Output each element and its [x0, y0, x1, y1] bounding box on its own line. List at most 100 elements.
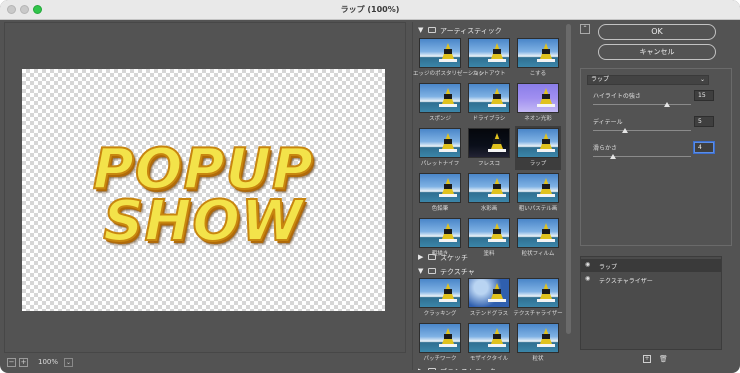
param-slider-track[interactable]: [593, 104, 691, 105]
filter-thumbnail[interactable]: パッチワーク: [417, 321, 463, 365]
thumbnail-image: [468, 83, 510, 113]
filter-thumbnail[interactable]: 粒状: [515, 321, 561, 365]
sailboat-detail: [493, 94, 501, 99]
sailboat-hull: [488, 344, 506, 347]
zoom-out-button[interactable]: −: [7, 358, 16, 367]
param-value-field[interactable]: 15: [694, 90, 714, 101]
effect-layer-row[interactable]: ◉ ラップ: [581, 259, 721, 272]
sailboat-detail: [493, 289, 501, 294]
filter-name: こする: [529, 71, 547, 77]
thumbnail-image: [419, 323, 461, 353]
title-bar: ラップ (100%): [0, 0, 740, 20]
category-header[interactable]: ▼ アーティスティック: [413, 24, 563, 36]
triangle-right-icon: ▶: [418, 253, 424, 261]
filter-thumbnail[interactable]: 粗いパステル画: [515, 171, 561, 215]
param-slider-track[interactable]: [593, 130, 691, 131]
category-header[interactable]: ▶ スケッチ: [413, 251, 563, 263]
thumbnail-image: [517, 38, 559, 68]
collapse-gallery-button[interactable]: ⌃: [580, 24, 590, 34]
param-value-field[interactable]: 4: [694, 142, 714, 153]
sailboat-hull: [488, 194, 506, 197]
sailboat-detail: [542, 49, 550, 54]
sailboat-hull: [537, 59, 555, 62]
preview-canvas[interactable]: POPUP SHOW: [22, 69, 385, 311]
filter-thumbnail[interactable]: ステンドグラス: [466, 276, 512, 320]
param-label: 滑らかさ: [593, 145, 618, 152]
effect-layer-name: テクスチャライザー: [599, 278, 653, 285]
param-label: ハイライトの強さ: [593, 93, 641, 100]
thumbnail-image: [517, 83, 559, 113]
gallery-scrollbar[interactable]: [566, 24, 571, 334]
zoom-in-button[interactable]: +: [19, 358, 28, 367]
sailboat-detail: [542, 139, 550, 144]
sailboat-detail: [542, 184, 550, 189]
sailboat-detail: [493, 49, 501, 54]
param-slider-thumb[interactable]: [609, 154, 616, 159]
triangle-down-icon: ▼: [418, 267, 424, 275]
folder-icon: [428, 368, 436, 370]
filter-name: カットアウト: [472, 71, 506, 77]
filter-name: スポンジ: [428, 116, 451, 122]
filter-gallery-list[interactable]: ▼ アーティスティック エッジのポスタリゼーション カットアウト こするスポンジ ドライブ…: [412, 22, 564, 370]
thumbnail-image: [419, 218, 461, 248]
thumbnail-image: [468, 38, 510, 68]
artwork-line-2: SHOW: [102, 188, 304, 255]
sailboat-detail: [444, 94, 452, 99]
param-slider-track[interactable]: [593, 156, 691, 157]
delete-effect-layer-icon[interactable]: 🗑: [659, 355, 668, 363]
filter-thumbnail[interactable]: モザイクタイル: [466, 321, 512, 365]
filter-thumbnail[interactable]: 色鉛筆: [417, 171, 463, 215]
thumbnail-image: [517, 218, 559, 248]
param-slider-thumb[interactable]: [663, 102, 670, 107]
sailboat-detail: [542, 289, 550, 294]
eye-icon[interactable]: ◉: [585, 261, 590, 268]
filter-thumbnail[interactable]: パレットナイフ: [417, 126, 463, 170]
thumbnail-image: [517, 173, 559, 203]
zoom-dropdown-icon[interactable]: ⌄: [64, 358, 73, 367]
filter-name: ネオン光彩: [524, 116, 552, 122]
filter-thumbnail[interactable]: ドライブラシ: [466, 81, 512, 125]
filter-thumbnail[interactable]: 水彩画: [466, 171, 512, 215]
sailboat-hull: [537, 299, 555, 302]
ok-button[interactable]: OK: [598, 24, 716, 40]
filter-thumbnail[interactable]: ネオン光彩: [515, 81, 561, 125]
preview-area[interactable]: POPUP SHOW: [4, 22, 406, 353]
eye-icon[interactable]: ◉: [585, 275, 590, 282]
filter-name: モザイクタイル: [469, 356, 509, 362]
new-effect-layer-icon[interactable]: +: [643, 355, 651, 363]
sailboat-detail: [493, 139, 501, 144]
param-label: ディテール: [593, 119, 623, 126]
filter-select-value: ラップ: [591, 76, 610, 83]
filter-thumbnail[interactable]: エッジのポスタリゼーション: [413, 36, 484, 80]
thumbnail-image: [419, 173, 461, 203]
category-label: アーティスティック: [440, 27, 502, 35]
filter-thumbnail[interactable]: テクスチャライザー: [513, 276, 563, 320]
folder-icon: [428, 254, 436, 260]
filter-thumbnail[interactable]: フレスコ: [466, 126, 512, 170]
sailboat-hull: [537, 239, 555, 242]
filter-thumbnail[interactable]: カットアウト: [466, 36, 512, 80]
param-value-field[interactable]: 5: [694, 116, 714, 127]
sailboat-hull: [537, 104, 555, 107]
sailboat-hull: [439, 344, 457, 347]
sailboat-detail: [542, 334, 550, 339]
effect-layer-row[interactable]: ◉ テクスチャライザー: [581, 273, 721, 286]
param-slider-thumb[interactable]: [622, 128, 629, 133]
category-label: スケッチ: [440, 254, 468, 262]
thumbnail-image: [468, 173, 510, 203]
triangle-down-icon: ▼: [418, 26, 424, 34]
sailboat-hull: [439, 149, 457, 152]
filter-thumbnail[interactable]: スポンジ: [417, 81, 463, 125]
cancel-button[interactable]: キャンセル: [598, 44, 716, 60]
sailboat-detail: [493, 184, 501, 189]
filter-name: 粒状: [532, 356, 544, 362]
filter-thumbnail[interactable]: ラップ: [515, 126, 561, 170]
filter-thumbnail[interactable]: こする: [515, 36, 561, 80]
filter-name: テクスチャライザー: [513, 311, 563, 317]
thumbnail-image: [517, 128, 559, 158]
category-header[interactable]: ▶ ブラシストローク: [413, 365, 563, 370]
thumbnail-image: [468, 278, 510, 308]
filter-thumbnail[interactable]: クラッキング: [417, 276, 463, 320]
sailboat-hull: [439, 194, 457, 197]
filter-select[interactable]: ラップ ⌄: [587, 75, 709, 85]
